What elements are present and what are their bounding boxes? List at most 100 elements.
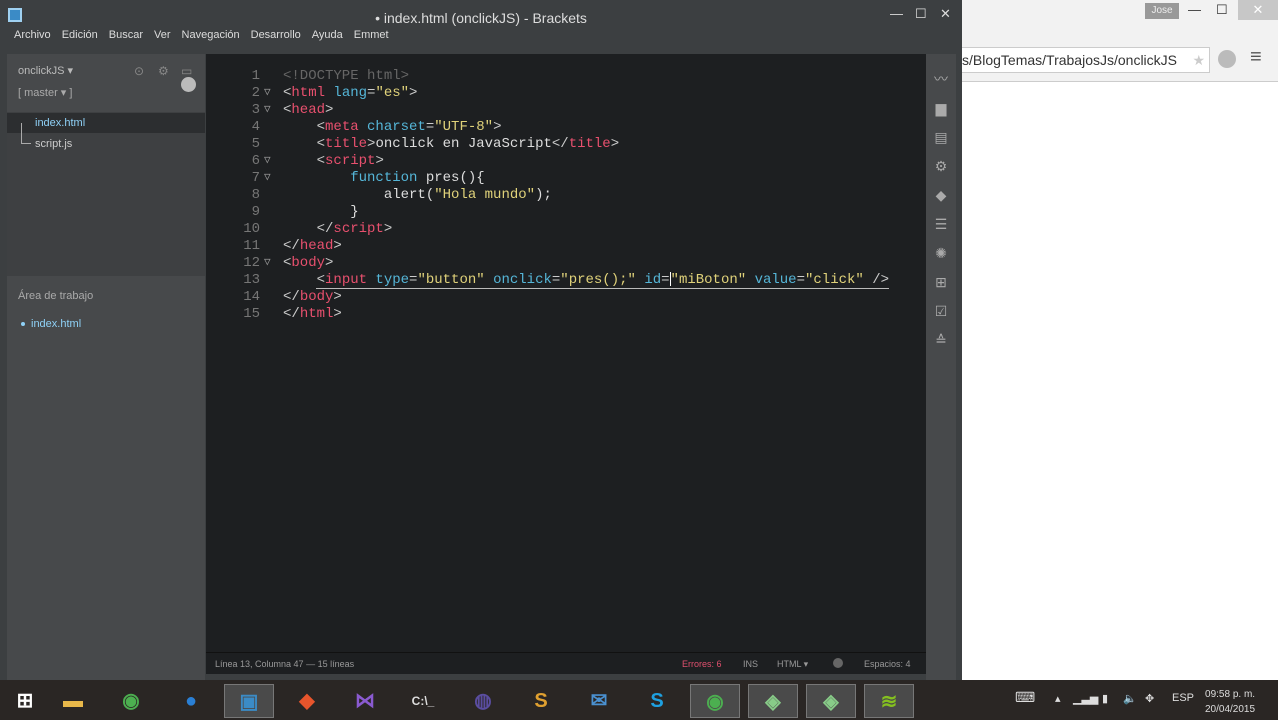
start-button[interactable]: ⊞: [0, 684, 50, 718]
token-pun: <: [316, 272, 326, 288]
code-editor[interactable]: 1 <!DOCTYPE html> 2 ▽ <html lang="es"> 3 ▽ <hea…: [206, 54, 926, 652]
code-text: <!DOCTYPE html>: [283, 68, 409, 85]
token-attr: value: [746, 272, 797, 288]
code-line[interactable]: 3 ▽ <head>: [206, 102, 926, 119]
menu-ver[interactable]: Ver: [154, 29, 171, 41]
code-line[interactable]: 7 ▽ function pres(){: [206, 170, 926, 187]
code-line[interactable]: 11 </head>: [206, 238, 926, 255]
fold-arrow-icon[interactable]: ▽: [264, 102, 271, 119]
live-preview-icon[interactable]: 〰: [933, 71, 949, 87]
network-icon[interactable]: ▁▃▅: [1073, 692, 1098, 705]
checkbox-icon[interactable]: ☑: [933, 303, 949, 319]
token-txt: );: [535, 187, 552, 203]
extension-icon[interactable]: [1218, 50, 1236, 68]
code-line[interactable]: 12 ▽ <body>: [206, 255, 926, 272]
taskbar-git[interactable]: ◆: [282, 684, 332, 718]
menu-emmet[interactable]: Emmet: [354, 29, 389, 41]
taskbar-brackets[interactable]: ▣: [224, 684, 274, 718]
code-line[interactable]: 6 ▽ <script>: [206, 153, 926, 170]
extension-manager-icon[interactable]: ▆: [933, 100, 949, 116]
taskbar-cmd[interactable]: C:\_: [398, 684, 448, 718]
token-tag: html: [299, 306, 334, 322]
language-dropdown[interactable]: HTML ▾: [777, 659, 808, 670]
code-line[interactable]: 1 <!DOCTYPE html>: [206, 68, 926, 85]
address-bar[interactable]: s/BlogTemas/TrabajosJs/onclickJS ★: [962, 47, 1210, 73]
code-text: </script>: [283, 221, 393, 238]
taskbar-chrome[interactable]: ◉: [106, 684, 156, 718]
taskbar-app-1[interactable]: ◈: [748, 684, 798, 718]
code-line[interactable]: 5 <title>onclick en JavaScript</title>: [206, 136, 926, 153]
minimize-button[interactable]: —: [890, 6, 903, 21]
git-icon[interactable]: ◆: [933, 187, 949, 203]
document-icon[interactable]: ▤: [933, 129, 949, 145]
code-line[interactable]: 2 ▽ <html lang="es">: [206, 85, 926, 102]
show-hidden-icons[interactable]: ▴: [1055, 692, 1061, 705]
code-line[interactable]: 13 <input type = "button" onclick = "pres();…: [206, 272, 926, 289]
taskbar-visual-studio[interactable]: ⋈: [340, 684, 390, 718]
taskbar-chrome-window[interactable]: ◉: [690, 684, 740, 718]
file-index-html[interactable]: index.html: [7, 113, 205, 133]
line-number: 6: [251, 153, 260, 169]
user-profile-button[interactable]: Jose: [1145, 3, 1179, 19]
menu-buscar[interactable]: Buscar: [109, 29, 143, 41]
code-text: <html lang="es">: [283, 85, 417, 102]
menu-ayuda[interactable]: Ayuda: [312, 29, 343, 41]
errors-indicator[interactable]: Errores: 6: [682, 659, 722, 669]
token-tag: script: [333, 221, 384, 237]
taskbar-spotify[interactable]: ≋: [864, 684, 914, 718]
menu-navegacion[interactable]: Navegación: [182, 29, 240, 41]
battery-icon[interactable]: ▮: [1102, 692, 1108, 705]
browser-minimize-button[interactable]: —: [1188, 2, 1201, 17]
layers-icon[interactable]: ≙: [933, 332, 949, 348]
browser-maximize-button[interactable]: ☐: [1216, 2, 1228, 18]
volume-icon[interactable]: 🔈: [1123, 692, 1137, 705]
indent-spaces[interactable]: Espacios: 4: [864, 659, 911, 669]
code-line[interactable]: 4 <meta charset="UTF-8">: [206, 119, 926, 136]
taskbar-skype[interactable]: S: [632, 684, 682, 718]
database-icon[interactable]: ☰: [933, 216, 949, 232]
code-line[interactable]: 10 </script>: [206, 221, 926, 238]
taskbar-app-2[interactable]: ◈: [806, 684, 856, 718]
dropbox-icon[interactable]: ✥: [1145, 692, 1154, 705]
taskbar-eclipse[interactable]: ◍: [458, 684, 508, 718]
keyboard-icon[interactable]: ⌨: [1015, 689, 1035, 706]
project-dropdown[interactable]: onclickJS ▾: [18, 64, 73, 77]
close-button[interactable]: ✕: [940, 6, 951, 22]
grid-icon[interactable]: ⊞: [933, 274, 949, 290]
taskbar-file-explorer[interactable]: ▬: [48, 684, 98, 718]
taskbar-firefox[interactable]: ●: [166, 684, 216, 718]
taskbar-thunderbird[interactable]: ✉: [574, 684, 624, 718]
lightbulb-icon[interactable]: ✺: [933, 245, 949, 261]
code-line[interactable]: 15 </html>: [206, 306, 926, 323]
fold-arrow-icon[interactable]: ▽: [264, 255, 271, 272]
fold-arrow-icon[interactable]: ▽: [264, 153, 271, 170]
linter-status-icon[interactable]: [833, 658, 843, 668]
working-file-index-html[interactable]: index.html: [31, 318, 81, 330]
token-txt: pres(){: [417, 170, 485, 186]
maximize-button[interactable]: ☐: [915, 6, 927, 22]
line-number: 11: [243, 238, 260, 254]
menu-desarrollo[interactable]: Desarrollo: [251, 29, 301, 41]
split-view-icon[interactable]: ▭: [181, 64, 192, 78]
branch-dropdown[interactable]: [ master ▾ ]: [18, 86, 72, 99]
bookmark-star-icon[interactable]: ★: [1192, 48, 1205, 72]
fold-arrow-icon[interactable]: ▽: [264, 170, 271, 187]
taskbar-sublime[interactable]: S: [516, 684, 566, 718]
fold-arrow-icon[interactable]: ▽: [264, 85, 271, 102]
gear-icon[interactable]: ⚙: [158, 64, 169, 78]
menu-edicion[interactable]: Edición: [62, 29, 98, 41]
file-script-js[interactable]: script.js: [35, 134, 72, 154]
browser-close-button[interactable]: ✕: [1238, 0, 1278, 20]
chrome-menu-icon[interactable]: ≡: [1250, 46, 1262, 69]
line-number: 15: [243, 306, 260, 322]
clock[interactable]: 09:58 p. m. 20/04/2015: [1205, 687, 1255, 717]
insert-mode[interactable]: INS: [743, 659, 758, 669]
line-number: 10: [243, 221, 260, 237]
code-line[interactable]: 14 </body>: [206, 289, 926, 306]
code-line[interactable]: 8 alert("Hola mundo");: [206, 187, 926, 204]
menu-archivo[interactable]: Archivo: [14, 29, 51, 41]
language-indicator[interactable]: ESP: [1172, 692, 1194, 704]
target-icon[interactable]: ⊙: [134, 64, 144, 78]
gears-icon[interactable]: ⚙: [933, 158, 949, 174]
code-line[interactable]: 9 }: [206, 204, 926, 221]
